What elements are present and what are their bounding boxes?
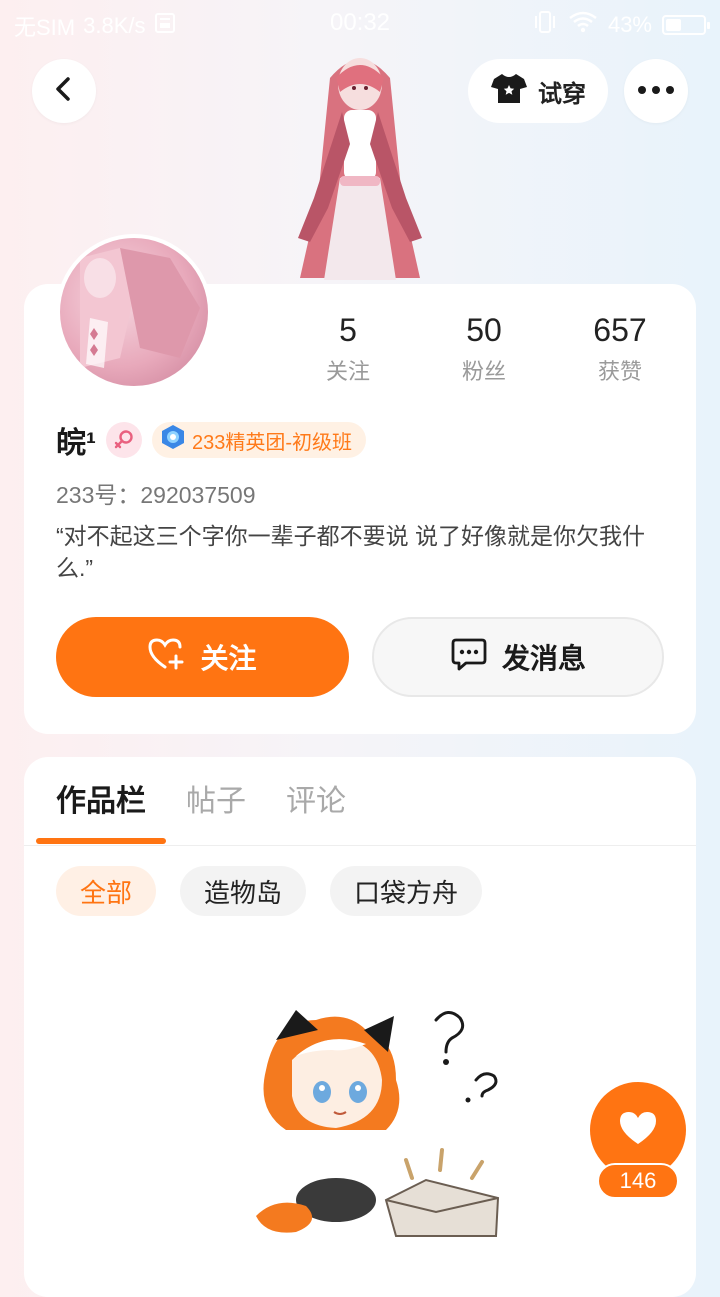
- filter-pocket-ark[interactable]: 口袋方舟: [330, 866, 483, 916]
- profile-avatar[interactable]: [56, 234, 212, 390]
- stat-following-value: 5: [339, 312, 357, 348]
- stat-likes-label: 获赞: [597, 359, 642, 384]
- stat-followers-value: 50: [466, 312, 502, 348]
- tab-comments[interactable]: 评论: [286, 776, 346, 820]
- tab-divider: [24, 845, 696, 846]
- content-tabs: 作品栏 帖子 评论: [56, 776, 346, 820]
- back-button[interactable]: [32, 59, 96, 123]
- heart-icon: [618, 1110, 658, 1151]
- shirt-icon: [490, 71, 528, 112]
- message-button[interactable]: 发消息: [372, 617, 664, 697]
- follow-button[interactable]: 关注: [56, 617, 349, 697]
- tab-works[interactable]: 作品栏: [56, 776, 146, 820]
- active-tab-indicator: [36, 838, 166, 844]
- filter-creation-island[interactable]: 造物岛: [180, 866, 307, 916]
- membership-badge[interactable]: 233精英团-初级班: [152, 422, 367, 458]
- membership-badge-label: 233精英团-初级班: [192, 431, 353, 454]
- chat-bubble-icon: [450, 636, 488, 679]
- try-on-label: 试穿: [538, 80, 586, 108]
- try-on-button[interactable]: 试穿: [468, 59, 608, 123]
- stat-following-label: 关注: [325, 359, 370, 384]
- status-bar: 无SIM 3.8K/s 00:32 43%: [0, 0, 720, 46]
- like-count: 146: [597, 1163, 679, 1199]
- tab-posts[interactable]: 帖子: [186, 776, 246, 820]
- back-arrow-icon: [52, 75, 76, 108]
- stat-followers-label: 粉丝: [461, 359, 506, 384]
- user-bio: “对不起这三个字你一辈子都不要说 说了好像就是你欠我什么.”: [56, 523, 646, 581]
- more-dots-icon: [636, 82, 676, 100]
- heart-plus-icon: [148, 637, 186, 678]
- battery-fill: [666, 19, 682, 31]
- message-label: 发消息: [501, 643, 586, 674]
- vibrate-icon: [532, 10, 558, 40]
- battery-icon: [662, 15, 710, 35]
- more-button[interactable]: [624, 59, 688, 123]
- stat-likes-value: 657: [593, 312, 647, 348]
- name-row: 皖¹ 233精英团-初级班: [56, 418, 367, 462]
- filter-all[interactable]: 全部: [56, 866, 157, 916]
- stat-following[interactable]: 5 关注: [280, 310, 416, 386]
- user-id[interactable]: 233号：292037509: [56, 476, 256, 510]
- username: 皖¹: [56, 427, 96, 460]
- diamond-badge-icon: [160, 424, 186, 456]
- female-gender-icon: [106, 422, 142, 458]
- wifi-icon: [568, 11, 598, 39]
- profile-stats: 5 关注 50 粉丝 657 获赞: [280, 310, 688, 386]
- battery-percent: 43%: [607, 12, 652, 37]
- follow-label: 关注: [200, 643, 257, 674]
- empty-state-illustration: [236, 1000, 516, 1240]
- stat-followers[interactable]: 50 粉丝: [416, 310, 552, 386]
- character-avatar-3d[interactable]: [270, 48, 450, 288]
- stat-likes[interactable]: 657 获赞: [552, 310, 688, 386]
- filter-chips: 全部 造物岛 口袋方舟: [56, 866, 483, 916]
